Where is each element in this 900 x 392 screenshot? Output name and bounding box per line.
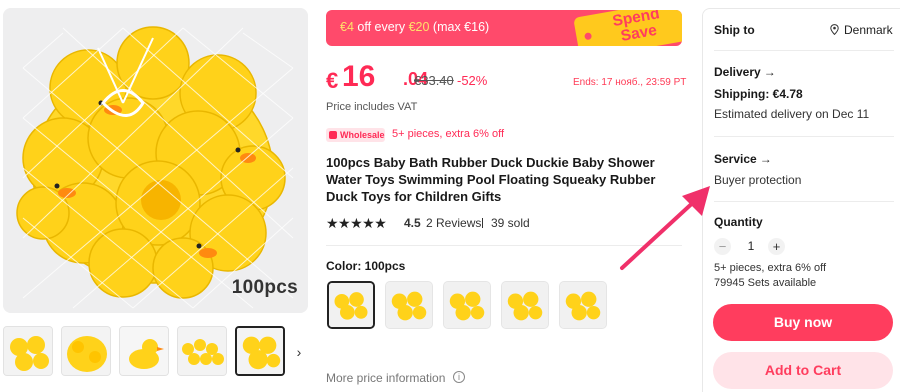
ship-to-country: Denmark <box>844 23 893 37</box>
wholesale-icon <box>329 131 337 139</box>
thumbnail-duck-image <box>4 327 52 375</box>
star-rating-glyphs: ★★★★★ <box>326 215 387 231</box>
arrow-right-icon: → <box>759 152 772 166</box>
swatch-duck-image <box>560 282 606 328</box>
quantity-stepper: − 1 + <box>714 236 834 256</box>
estimated-delivery: Estimated delivery on Dec 11 <box>714 107 870 121</box>
price-currency: € <box>326 68 339 93</box>
color-swatch-4[interactable] <box>501 281 549 329</box>
promo-banner[interactable]: €4 off every €20 (max €16) Spend Save <box>326 10 682 46</box>
price-row: € 16 .04 €33.40 -52% Ends: 17 нояб., 23:… <box>326 60 686 94</box>
delivery-title[interactable]: Delivery → <box>714 65 776 79</box>
divider <box>714 201 894 202</box>
promo-amount: €4 <box>340 20 354 34</box>
thumbnail-5-selected[interactable] <box>235 326 285 376</box>
quantity-increase-button[interactable]: + <box>768 238 785 255</box>
service-title[interactable]: Service → <box>714 152 772 166</box>
rating-row: ★★★★★ 4.5 2 Reviews 39 sold <box>326 214 682 232</box>
ship-to-label: Ship to <box>714 23 755 37</box>
color-swatch-1-selected[interactable] <box>327 281 375 329</box>
service-title-label: Service <box>714 152 757 166</box>
thumbnail-duck-image <box>120 327 168 375</box>
wholesale-text: 5+ pieces, extra 6% off <box>392 128 505 140</box>
product-title: 100pcs Baby Bath Rubber Duck Duckie Baby… <box>326 155 656 204</box>
thumbnail-duck-image <box>178 327 226 375</box>
discount-percent: -52% <box>457 73 488 88</box>
swatch-duck-image <box>502 282 548 328</box>
shipping-cost: Shipping: €4.78 <box>714 87 803 101</box>
divider <box>714 136 894 137</box>
swatch-duck-image <box>444 282 490 328</box>
thumbnail-2[interactable] <box>61 326 111 376</box>
separator <box>482 218 483 228</box>
quantity-discount-note: 5+ pieces, extra 6% off <box>714 262 827 274</box>
promo-text: €4 off every €20 (max €16) <box>340 20 489 34</box>
vat-note: Price includes VAT <box>326 101 418 113</box>
wholesale-badge-label: Wholesale <box>340 130 385 140</box>
rubber-duck-pile-image <box>3 8 308 313</box>
sale-end-time: Ends: 17 нояб., 23:59 PT <box>573 77 687 88</box>
original-price: €33.40 <box>414 73 454 88</box>
reviews-link[interactable]: 2 Reviews <box>426 216 481 230</box>
tag-text: Spend Save <box>593 10 681 46</box>
price-integer: 16 <box>342 60 376 93</box>
star-rating-icon: ★★★★★ <box>326 215 387 232</box>
delivery-title-label: Delivery <box>714 65 761 79</box>
arrow-right-icon: → <box>763 65 776 79</box>
color-swatch-2[interactable] <box>385 281 433 329</box>
add-to-cart-button[interactable]: Add to Cart <box>713 352 893 389</box>
color-swatch-5[interactable] <box>559 281 607 329</box>
rating-value: 4.5 <box>404 216 421 230</box>
location-pin-icon <box>830 24 839 35</box>
product-gallery: 100pcs › <box>0 0 312 392</box>
wholesale-badge: Wholesale <box>326 128 385 142</box>
buy-now-button[interactable]: Buy now <box>713 304 893 341</box>
promo-text-mid: off every <box>353 20 409 34</box>
image-caption: 100pcs <box>231 277 298 298</box>
spend-save-tag: Spend Save <box>573 10 682 46</box>
color-label: Color: 100pcs <box>326 259 406 273</box>
sold-count: 39 sold <box>491 216 530 230</box>
swatch-duck-image <box>386 282 432 328</box>
thumbnail-3[interactable] <box>119 326 169 376</box>
wholesale-row: Wholesale 5+ pieces, extra 6% off <box>326 127 682 143</box>
promo-max: (max €16) <box>429 20 490 34</box>
swatch-duck-image <box>329 283 373 327</box>
more-price-info-link[interactable]: More price information <box>326 371 445 385</box>
purchase-panel: Ship to Denmark Delivery → Shipping: €4.7… <box>702 8 900 392</box>
quantity-value[interactable]: 1 <box>745 239 757 253</box>
available-count: 79945 Sets available <box>714 277 817 289</box>
buyer-protection: Buyer protection <box>714 173 802 187</box>
info-icon[interactable]: i <box>453 371 465 383</box>
thumbnail-4[interactable] <box>177 326 227 376</box>
color-swatch-3[interactable] <box>443 281 491 329</box>
thumbnail-duck-image <box>62 327 110 375</box>
product-info: €4 off every €20 (max €16) Spend Save € … <box>326 0 686 392</box>
promo-threshold: €20 <box>408 20 430 34</box>
main-product-image[interactable]: 100pcs <box>3 8 308 313</box>
divider <box>326 245 682 246</box>
quantity-decrease-button[interactable]: − <box>714 238 731 255</box>
thumbnail-strip: › <box>3 326 308 378</box>
divider <box>714 50 894 51</box>
thumbnail-duck-image <box>237 328 283 374</box>
tag-hole-icon <box>584 32 593 41</box>
thumbnail-1[interactable] <box>3 326 53 376</box>
thumbnail-next-chevron-icon[interactable]: › <box>290 341 308 363</box>
quantity-title: Quantity <box>714 215 763 229</box>
